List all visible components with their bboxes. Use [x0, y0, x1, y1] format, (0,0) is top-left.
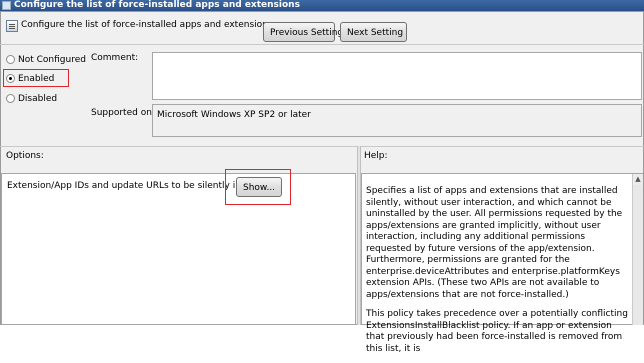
help-label: Help:	[364, 151, 388, 161]
radio-label: Disabled	[18, 94, 58, 104]
radio-button-icon	[6, 55, 15, 64]
enabled-highlight	[3, 69, 69, 87]
comment-field[interactable]	[152, 52, 642, 100]
radio-disabled[interactable]: Disabled	[6, 94, 57, 104]
help-paragraph: Specifies a list of apps and extensions …	[366, 186, 623, 300]
comment-label: Comment:	[91, 53, 139, 63]
policy-setting-icon	[6, 20, 18, 32]
scroll-up-arrow-icon[interactable]: ▲	[633, 174, 643, 185]
policy-title: Configure the list of force-installed ap…	[21, 20, 273, 30]
supported-on-label: Supported on:	[91, 108, 155, 118]
radio-label: Not Configured	[18, 55, 86, 65]
previous-setting-button[interactable]: Previous Setting	[263, 22, 343, 42]
options-pane	[1, 173, 356, 325]
help-paragraph: This policy takes precedence over a pote…	[366, 309, 628, 354]
radio-button-icon	[6, 94, 15, 103]
window-title: Configure the list of force-installed ap…	[14, 0, 300, 10]
radio-not-configured[interactable]: Not Configured	[6, 55, 86, 65]
section-divider	[0, 146, 644, 147]
help-text: Specifies a list of apps and extensions …	[366, 186, 628, 363]
header-divider	[0, 44, 644, 45]
show-button-highlight	[225, 169, 291, 205]
supported-on-field: Microsoft Windows XP SP2 or later	[152, 104, 642, 137]
window-title-bar: Configure the list of force-installed ap…	[0, 0, 644, 11]
options-label: Options:	[6, 151, 44, 161]
window-icon	[2, 1, 11, 10]
next-setting-button[interactable]: Next Setting	[340, 22, 407, 42]
help-scrollbar[interactable]: ▲	[632, 174, 643, 325]
supported-on-value: Microsoft Windows XP SP2 or later	[157, 110, 311, 120]
